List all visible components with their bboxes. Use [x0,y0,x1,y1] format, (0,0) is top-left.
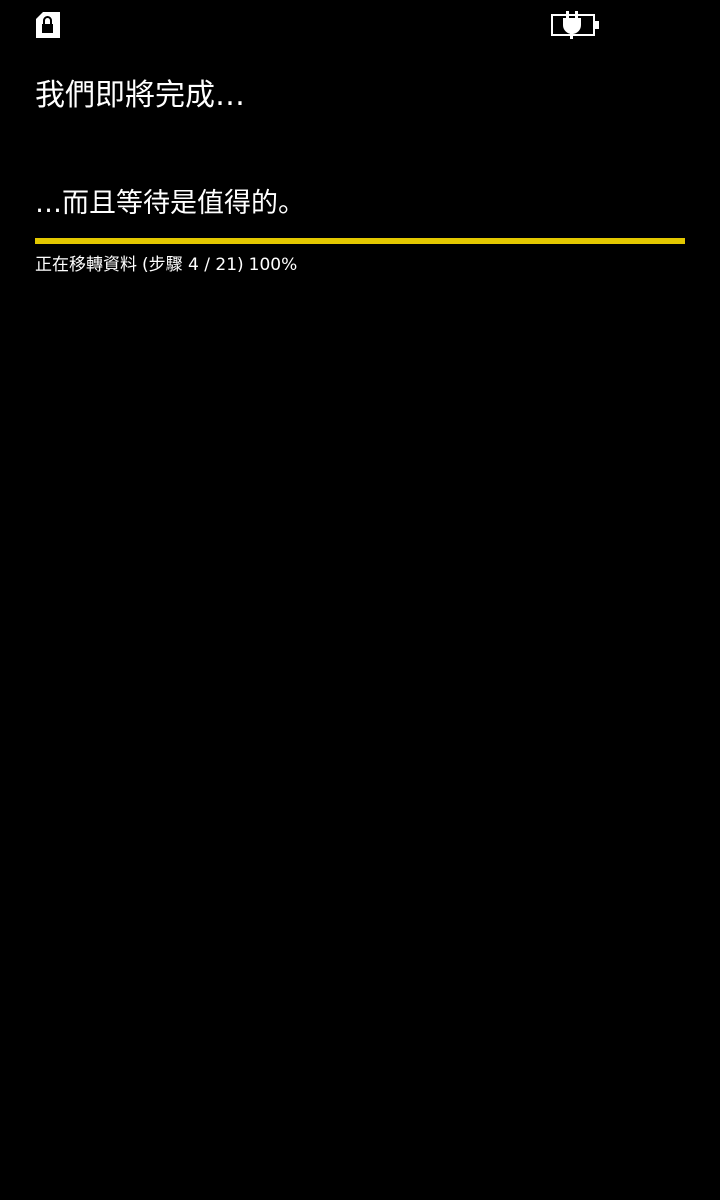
status-bar [0,0,720,50]
progress-status: 正在移轉資料 (步驟 4 / 21) 100% [35,252,297,278]
progress-bar-fill [35,238,685,244]
progress-step-text: (步驟 4 / 21) [142,255,244,275]
page-title: 我們即將完成… [35,78,245,113]
progress-status-text: 正在移轉資料 [35,255,137,275]
progress-bar [35,238,685,244]
page-subtitle: …而且等待是值得的。 [35,188,305,219]
battery-charging-icon [550,10,602,40]
progress-percent-text: 100% [248,255,298,275]
sim-lock-icon [34,10,62,40]
